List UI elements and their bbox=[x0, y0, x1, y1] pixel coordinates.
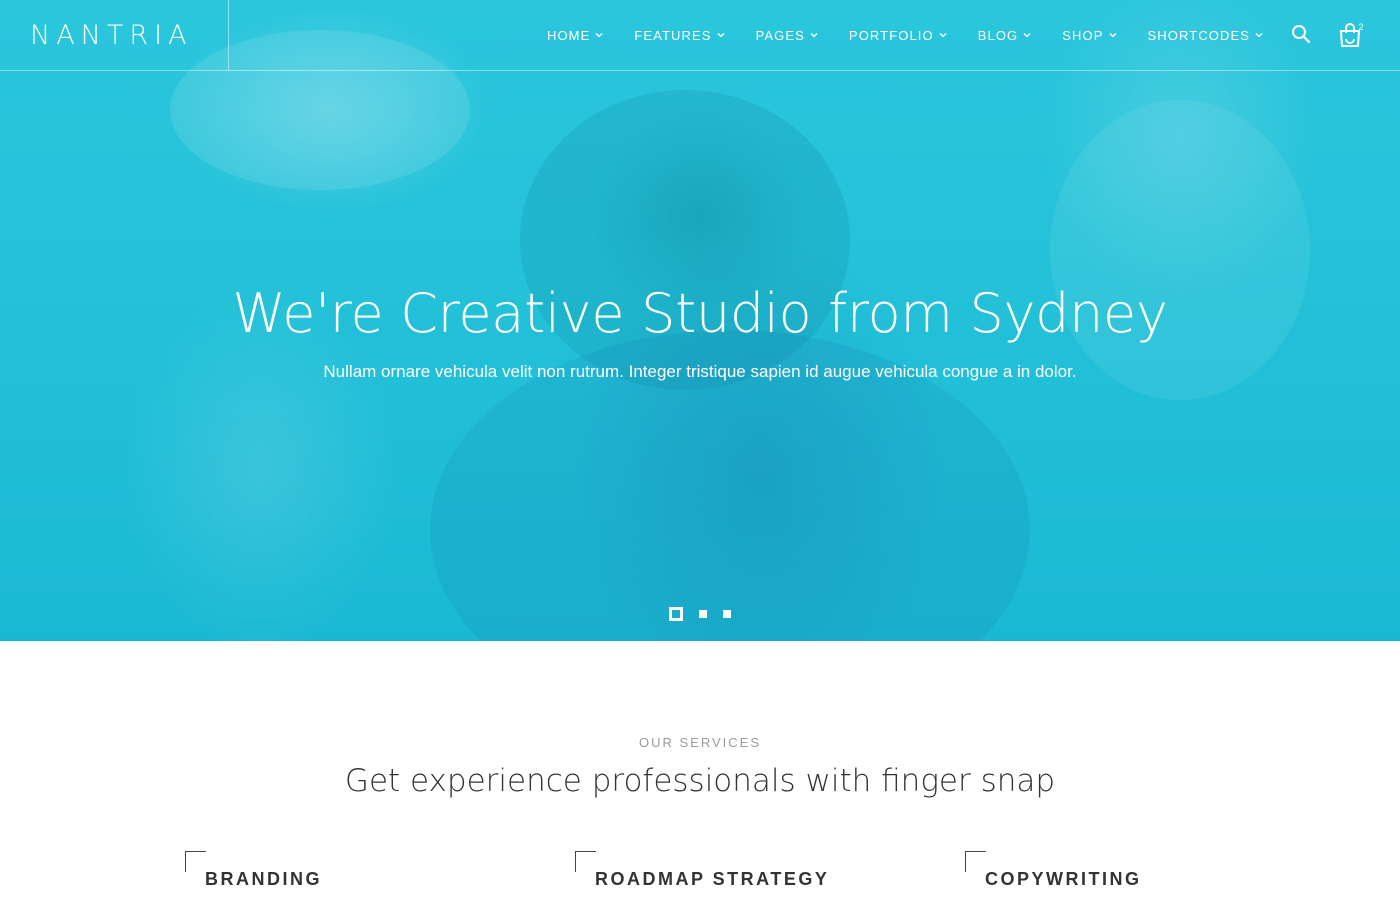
cart-count-badge: 2 bbox=[1358, 22, 1364, 32]
slider-dot-1[interactable] bbox=[669, 607, 683, 621]
nav-item-label: PAGES bbox=[755, 27, 805, 43]
search-icon[interactable] bbox=[1291, 24, 1311, 44]
nav-item-label: SHORTCODES bbox=[1147, 27, 1250, 43]
logo[interactable]: NANTRIA bbox=[30, 20, 193, 51]
corner-bracket-icon bbox=[185, 851, 206, 872]
nav-item-shortcodes[interactable]: SHORTCODES bbox=[1148, 28, 1265, 43]
site-header: NANTRIA HOME FEATURES PAGES PORTFOLIO BL… bbox=[0, 0, 1400, 71]
slider-pagination bbox=[669, 607, 747, 621]
nav-item-label: PORTFOLIO bbox=[848, 27, 934, 43]
chevron-down-icon bbox=[1109, 33, 1116, 38]
logo-container: NANTRIA bbox=[0, 0, 229, 70]
service-title: BRANDING bbox=[205, 869, 322, 889]
nav-item-features[interactable]: FEATURES bbox=[634, 28, 725, 43]
service-title: ROADMAP STRATEGY bbox=[595, 869, 830, 889]
slider-dot-2[interactable] bbox=[699, 610, 707, 618]
hero-subtitle: Nullam ornare vehicula velit non rutrum.… bbox=[323, 362, 1077, 381]
hero-slider: NANTRIA HOME FEATURES PAGES PORTFOLIO BL… bbox=[0, 0, 1400, 641]
nav-item-shop[interactable]: SHOP bbox=[1062, 28, 1117, 43]
hero-title: We're Creative Studio from Sydney bbox=[232, 282, 1168, 345]
corner-bracket-icon bbox=[965, 851, 986, 872]
hero-background-shape bbox=[1050, 100, 1310, 400]
section-eyebrow: OUR SERVICES bbox=[638, 735, 761, 750]
nav-item-home[interactable]: HOME bbox=[547, 28, 604, 43]
service-title: COPYWRITING bbox=[985, 869, 1142, 889]
chevron-down-icon bbox=[717, 33, 725, 38]
chevron-down-icon bbox=[810, 33, 818, 38]
nav-item-blog[interactable]: BLOG bbox=[978, 28, 1033, 43]
nav-item-pages[interactable]: PAGES bbox=[756, 28, 819, 43]
nav-item-portfolio[interactable]: PORTFOLIO bbox=[849, 28, 948, 43]
nav-item-label: HOME bbox=[546, 27, 591, 43]
chevron-down-icon bbox=[939, 33, 947, 38]
section-title: Get experience professionals with finger… bbox=[344, 763, 1056, 799]
main-nav: HOME FEATURES PAGES PORTFOLIO BLOG SHOP bbox=[517, 0, 1264, 70]
chevron-down-icon bbox=[1023, 33, 1031, 38]
chevron-down-icon bbox=[1255, 33, 1263, 38]
nav-item-label: FEATURES bbox=[634, 27, 712, 43]
nav-item-label: SHOP bbox=[1062, 27, 1104, 43]
slider-dot-3[interactable] bbox=[723, 610, 731, 618]
corner-bracket-icon bbox=[575, 851, 596, 872]
chevron-down-icon bbox=[595, 33, 603, 38]
nav-item-label: BLOG bbox=[977, 27, 1019, 43]
